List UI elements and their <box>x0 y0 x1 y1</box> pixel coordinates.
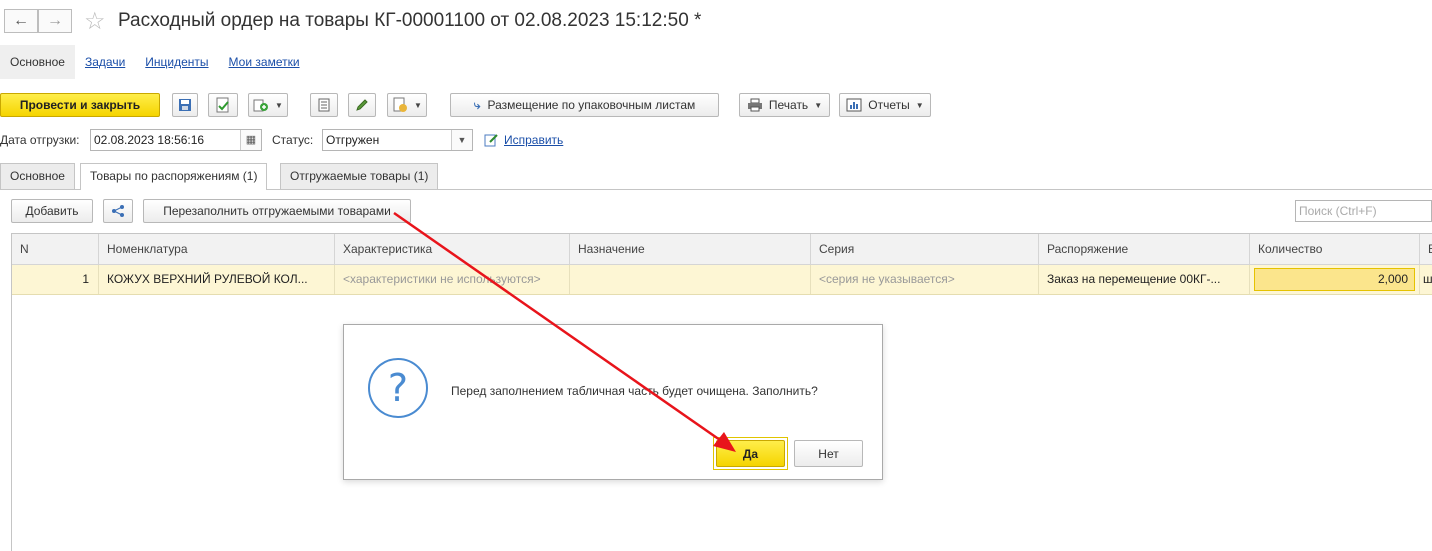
annotation-arrow <box>393 211 736 452</box>
